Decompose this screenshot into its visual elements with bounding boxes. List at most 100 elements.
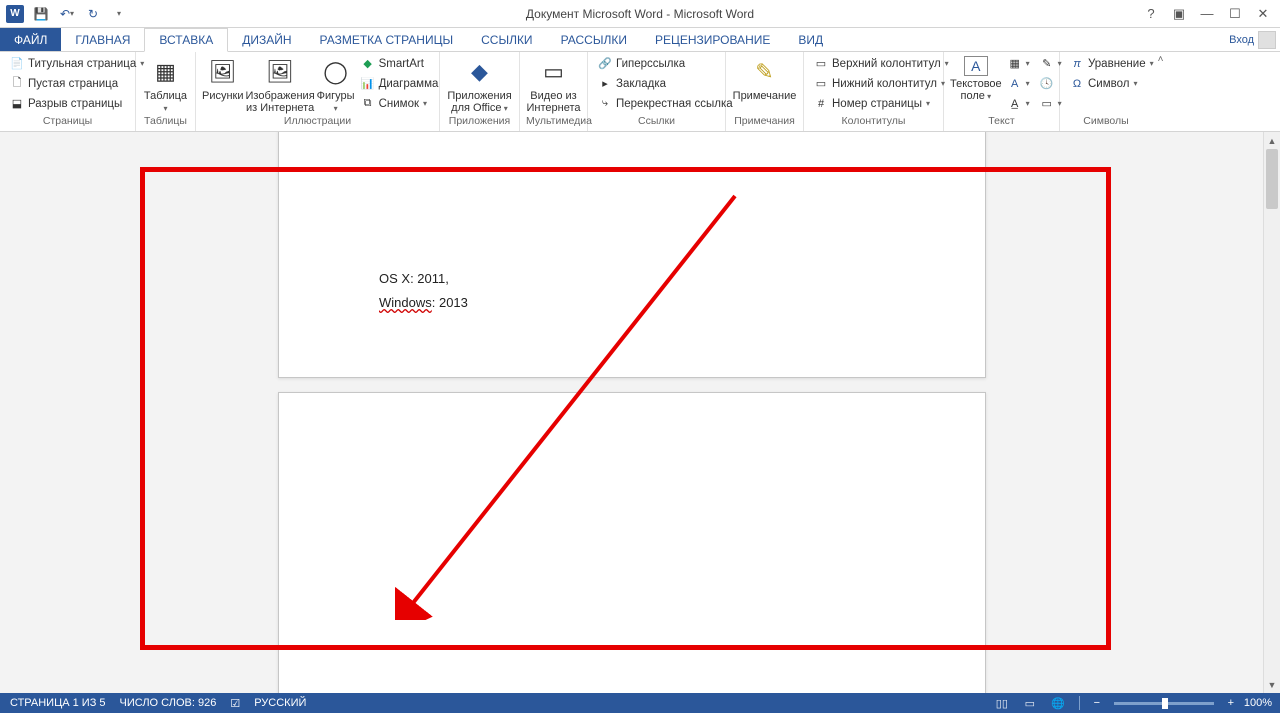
zoom-slider-thumb[interactable] — [1162, 698, 1168, 709]
save-button[interactable]: 💾 — [30, 3, 52, 25]
office-apps-button[interactable]: ◆Приложения для Office ▾ — [446, 54, 513, 115]
bookmark-icon: ▸ — [598, 77, 612, 91]
quick-parts-button[interactable]: ▦▾ — [1004, 54, 1034, 73]
shapes-button[interactable]: ◯Фигуры▾ — [317, 54, 355, 115]
status-proofing-icon[interactable]: ☑ — [230, 697, 240, 710]
equation-button[interactable]: πУравнение▾ — [1066, 54, 1158, 73]
footer-icon: ▭ — [814, 77, 828, 91]
online-pictures-icon: 🖼 — [264, 56, 296, 88]
undo-button[interactable]: ↶▾ — [56, 3, 78, 25]
group-pages-label: Страницы — [6, 115, 129, 131]
status-word-count[interactable]: ЧИСЛО СЛОВ: 926 — [120, 697, 217, 710]
blank-page-icon: 🗋 — [10, 77, 24, 91]
blank-page-button[interactable]: 🗋Пустая страница — [6, 74, 148, 93]
drop-cap-button[interactable]: A̲▾ — [1004, 94, 1034, 113]
scroll-down-button[interactable]: ▼ — [1264, 676, 1280, 693]
group-comments-label: Примечания — [732, 115, 797, 131]
group-illustrations-label: Иллюстрации — [202, 115, 433, 131]
page-number-icon: # — [814, 97, 828, 111]
bookmark-button[interactable]: ▸Закладка — [594, 74, 737, 93]
object-icon: ▭ — [1040, 97, 1054, 111]
comment-button[interactable]: ✎Примечание — [732, 54, 797, 115]
group-apps-label: Приложения — [446, 115, 513, 131]
ribbon-display-options-button[interactable]: ▣ — [1166, 3, 1192, 25]
zoom-out-button[interactable]: − — [1090, 697, 1104, 709]
cross-reference-icon: ⤷ — [598, 97, 612, 111]
tab-design[interactable]: ДИЗАЙН — [228, 28, 305, 51]
table-button[interactable]: ▦ Таблица▾ — [142, 54, 189, 115]
signature-icon: ✎ — [1040, 57, 1054, 71]
document-canvas[interactable]: OS X: 2011, Windows: 2013 — [0, 132, 1263, 693]
tab-mailings[interactable]: РАССЫЛКИ — [547, 28, 641, 51]
date-time-icon: 🕓 — [1040, 77, 1054, 91]
status-language[interactable]: РУССКИЙ — [254, 697, 306, 710]
group-media-label: Мультимедиа — [526, 115, 581, 131]
document-page-2[interactable] — [278, 392, 986, 693]
smartart-button[interactable]: ◆SmartArt — [357, 54, 443, 73]
close-button[interactable]: ✕ — [1250, 3, 1276, 25]
tab-references[interactable]: ССЫЛКИ — [467, 28, 546, 51]
hyperlink-button[interactable]: 🔗Гиперссылка — [594, 54, 737, 73]
help-button[interactable]: ? — [1138, 3, 1164, 25]
minimize-button[interactable]: — — [1194, 3, 1220, 25]
page-break-icon: ⬓ — [10, 97, 24, 111]
cover-page-button[interactable]: 📄Титульная страница▾ — [6, 54, 148, 73]
header-icon: ▭ — [814, 57, 828, 71]
tab-home[interactable]: ГЛАВНАЯ — [61, 28, 144, 51]
footer-button[interactable]: ▭Нижний колонтитул▾ — [810, 74, 953, 93]
online-video-button[interactable]: ▭Видео из Интернета — [526, 54, 581, 115]
cross-reference-button[interactable]: ⤷Перекрестная ссылка — [594, 94, 737, 113]
tab-file[interactable]: ФАЙЛ — [0, 28, 61, 51]
cover-page-icon: 📄 — [10, 57, 24, 71]
hyperlink-icon: 🔗 — [598, 57, 612, 71]
view-print-layout-button[interactable]: ▭ — [1019, 695, 1041, 711]
screenshot-button[interactable]: ⧉Снимок▾ — [357, 94, 443, 113]
scroll-thumb[interactable] — [1266, 149, 1278, 209]
tab-review[interactable]: РЕЦЕНЗИРОВАНИЕ — [641, 28, 784, 51]
view-read-mode-button[interactable]: ▯▯ — [991, 695, 1013, 711]
wordart-icon: A — [1008, 77, 1022, 91]
collapse-ribbon-button[interactable]: ˄ — [1158, 54, 1164, 65]
zoom-slider[interactable] — [1114, 702, 1214, 705]
pictures-button[interactable]: 🖼Рисунки — [202, 54, 244, 115]
maximize-button[interactable]: ☐ — [1222, 3, 1248, 25]
chart-icon: 📊 — [361, 77, 375, 91]
group-text-label: Текст — [950, 115, 1053, 131]
tab-view[interactable]: ВИД — [784, 28, 837, 51]
page-number-button[interactable]: #Номер страницы▾ — [810, 94, 953, 113]
wordart-button[interactable]: A▾ — [1004, 74, 1034, 93]
symbol-button[interactable]: ΩСимвол▾ — [1066, 74, 1158, 93]
view-web-layout-button[interactable]: 🌐 — [1047, 695, 1069, 711]
document-page-1[interactable]: OS X: 2011, Windows: 2013 — [278, 132, 986, 378]
doc-line-2: Windows: 2013 — [379, 295, 468, 310]
screenshot-icon: ⧉ — [361, 97, 375, 111]
symbol-icon: Ω — [1070, 77, 1084, 91]
doc-line-1: OS X: 2011, — [379, 271, 449, 286]
tab-layout[interactable]: РАЗМЕТКА СТРАНИЦЫ — [306, 28, 468, 51]
online-pictures-button[interactable]: 🖼Изображения из Интернета — [246, 54, 315, 115]
group-symbols-label: Символы — [1066, 115, 1146, 131]
group-headerfooter-label: Колонтитулы — [810, 115, 937, 131]
qat-customize-button[interactable]: ▾ — [108, 3, 130, 25]
shapes-icon: ◯ — [320, 56, 352, 88]
zoom-level[interactable]: 100% — [1244, 697, 1272, 709]
header-button[interactable]: ▭Верхний колонтитул▾ — [810, 54, 953, 73]
chart-button[interactable]: 📊Диаграмма — [357, 74, 443, 93]
tab-insert[interactable]: ВСТАВКА — [144, 28, 228, 52]
comment-icon: ✎ — [749, 56, 781, 88]
vertical-scrollbar[interactable]: ▲ ▼ — [1263, 132, 1280, 693]
login-link[interactable]: Вход — [1229, 34, 1254, 46]
scroll-up-button[interactable]: ▲ — [1264, 132, 1280, 149]
office-apps-icon: ◆ — [464, 56, 496, 88]
zoom-in-button[interactable]: + — [1224, 697, 1238, 709]
page-break-button[interactable]: ⬓Разрыв страницы — [6, 94, 148, 113]
separator — [1079, 696, 1080, 710]
redo-button[interactable]: ↻ — [82, 3, 104, 25]
window-title: Документ Microsoft Word - Microsoft Word — [526, 7, 754, 21]
online-video-icon: ▭ — [538, 56, 570, 88]
text-box-button[interactable]: AТекстовое поле ▾ — [950, 54, 1002, 115]
smartart-icon: ◆ — [361, 57, 375, 71]
status-page[interactable]: СТРАНИЦА 1 ИЗ 5 — [10, 697, 106, 710]
app-word-icon: W — [4, 3, 26, 25]
user-avatar-icon[interactable] — [1258, 31, 1276, 49]
